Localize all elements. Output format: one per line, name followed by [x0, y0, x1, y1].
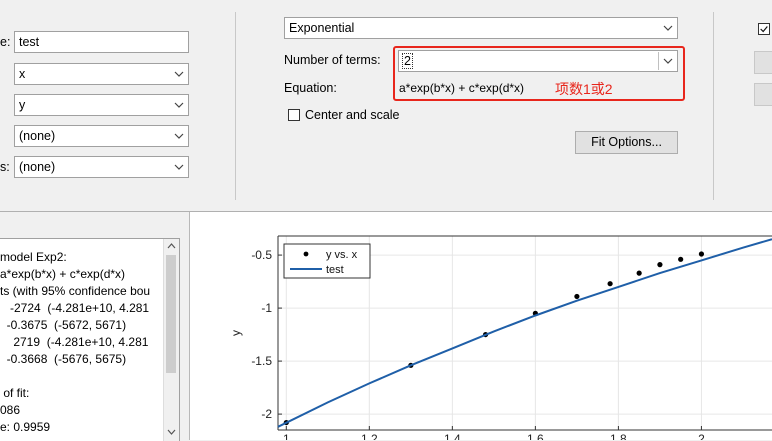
results-line: of fit:: [0, 386, 30, 400]
z-data-value: (none): [19, 129, 56, 143]
panel-divider: [235, 12, 236, 200]
panel-divider: [713, 12, 714, 200]
scroll-up-icon[interactable]: [167, 243, 176, 249]
y-axis-label: y: [229, 330, 243, 336]
fit-type-value: Exponential: [289, 21, 355, 35]
fit-name-input[interactable]: test: [14, 31, 189, 53]
x-data-select[interactable]: x: [14, 63, 189, 85]
scroll-down-icon[interactable]: [167, 429, 176, 435]
x-tick-label: 2: [698, 432, 705, 440]
data-point: [678, 256, 684, 262]
legend-label: y vs. x: [326, 249, 358, 261]
results-line: model Exp2:: [0, 250, 67, 264]
data-point: [657, 262, 663, 268]
data-point: [636, 270, 642, 276]
y-data-value: y: [19, 98, 26, 112]
annotation-highlight-box: [393, 46, 685, 101]
chevron-down-icon: [174, 164, 184, 170]
num-terms-label: Number of terms:: [284, 53, 381, 67]
results-line: e: 0.9959: [0, 420, 51, 434]
y-tick-label: -1: [261, 301, 272, 315]
results-pane[interactable]: model Exp2: a*exp(b*x) + c*exp(d*x) ts (wi…: [0, 238, 180, 441]
y-tick-label: -1.5: [251, 354, 272, 368]
y-tick-label: -2: [261, 407, 272, 421]
weights-label: s:: [0, 160, 10, 174]
fit-name-label: e:: [0, 35, 11, 49]
fit-chart[interactable]: -2 -1.5 -1 -0.5 1 1.2 1.4 1.6 1.8 2 y y vs. x test: [190, 212, 772, 440]
data-point: [698, 251, 705, 257]
check-icon: [760, 26, 768, 33]
y-data-select[interactable]: y: [14, 94, 189, 116]
results-line: ts (with 95% confidence bou: [0, 284, 151, 298]
results-line: -0.3668 (-5676, 5675): [0, 352, 127, 366]
center-scale-checkbox[interactable]: [288, 109, 300, 121]
fit-options-button[interactable]: Fit Options...: [575, 131, 678, 154]
auto-fit-checkbox[interactable]: [758, 23, 770, 35]
results-scrollbar[interactable]: [163, 239, 179, 441]
x-tick-label: 1.4: [444, 432, 461, 440]
results-line: 2719 (-4.281e+10, 4.281: [0, 335, 149, 349]
scrollbar-thumb[interactable]: [166, 255, 176, 373]
center-scale-label: Center and scale: [305, 108, 400, 122]
side-button[interactable]: [754, 83, 772, 106]
results-line: a*exp(b*x) + c*exp(d*x): [0, 267, 126, 281]
data-point: [574, 293, 580, 300]
x-data-value: x: [19, 67, 26, 81]
data-point: [607, 281, 613, 287]
chevron-down-icon: [174, 71, 184, 77]
chevron-down-icon: [174, 102, 184, 108]
z-data-select[interactable]: (none): [14, 125, 189, 147]
legend-label: test: [326, 264, 344, 276]
legend-point-marker: [303, 251, 309, 257]
results-line: -2724 (-4.281e+10, 4.281: [0, 301, 150, 315]
equation-label: Equation:: [284, 81, 337, 95]
weights-value: (none): [19, 160, 56, 174]
weights-select[interactable]: (none): [14, 156, 189, 178]
chevron-down-icon: [663, 25, 673, 31]
results-line: -0.3675 (-5672, 5671): [0, 318, 127, 332]
x-tick-label: 1: [283, 432, 290, 440]
x-tick-label: 1.2: [361, 432, 378, 440]
side-button[interactable]: [754, 51, 772, 74]
x-tick-label: 1.6: [527, 432, 544, 440]
chevron-down-icon: [174, 133, 184, 139]
x-tick-label: 1.8: [610, 432, 627, 440]
y-tick-label: -0.5: [251, 248, 272, 262]
fit-type-select[interactable]: Exponential: [284, 17, 678, 39]
results-line: 086: [0, 403, 21, 417]
